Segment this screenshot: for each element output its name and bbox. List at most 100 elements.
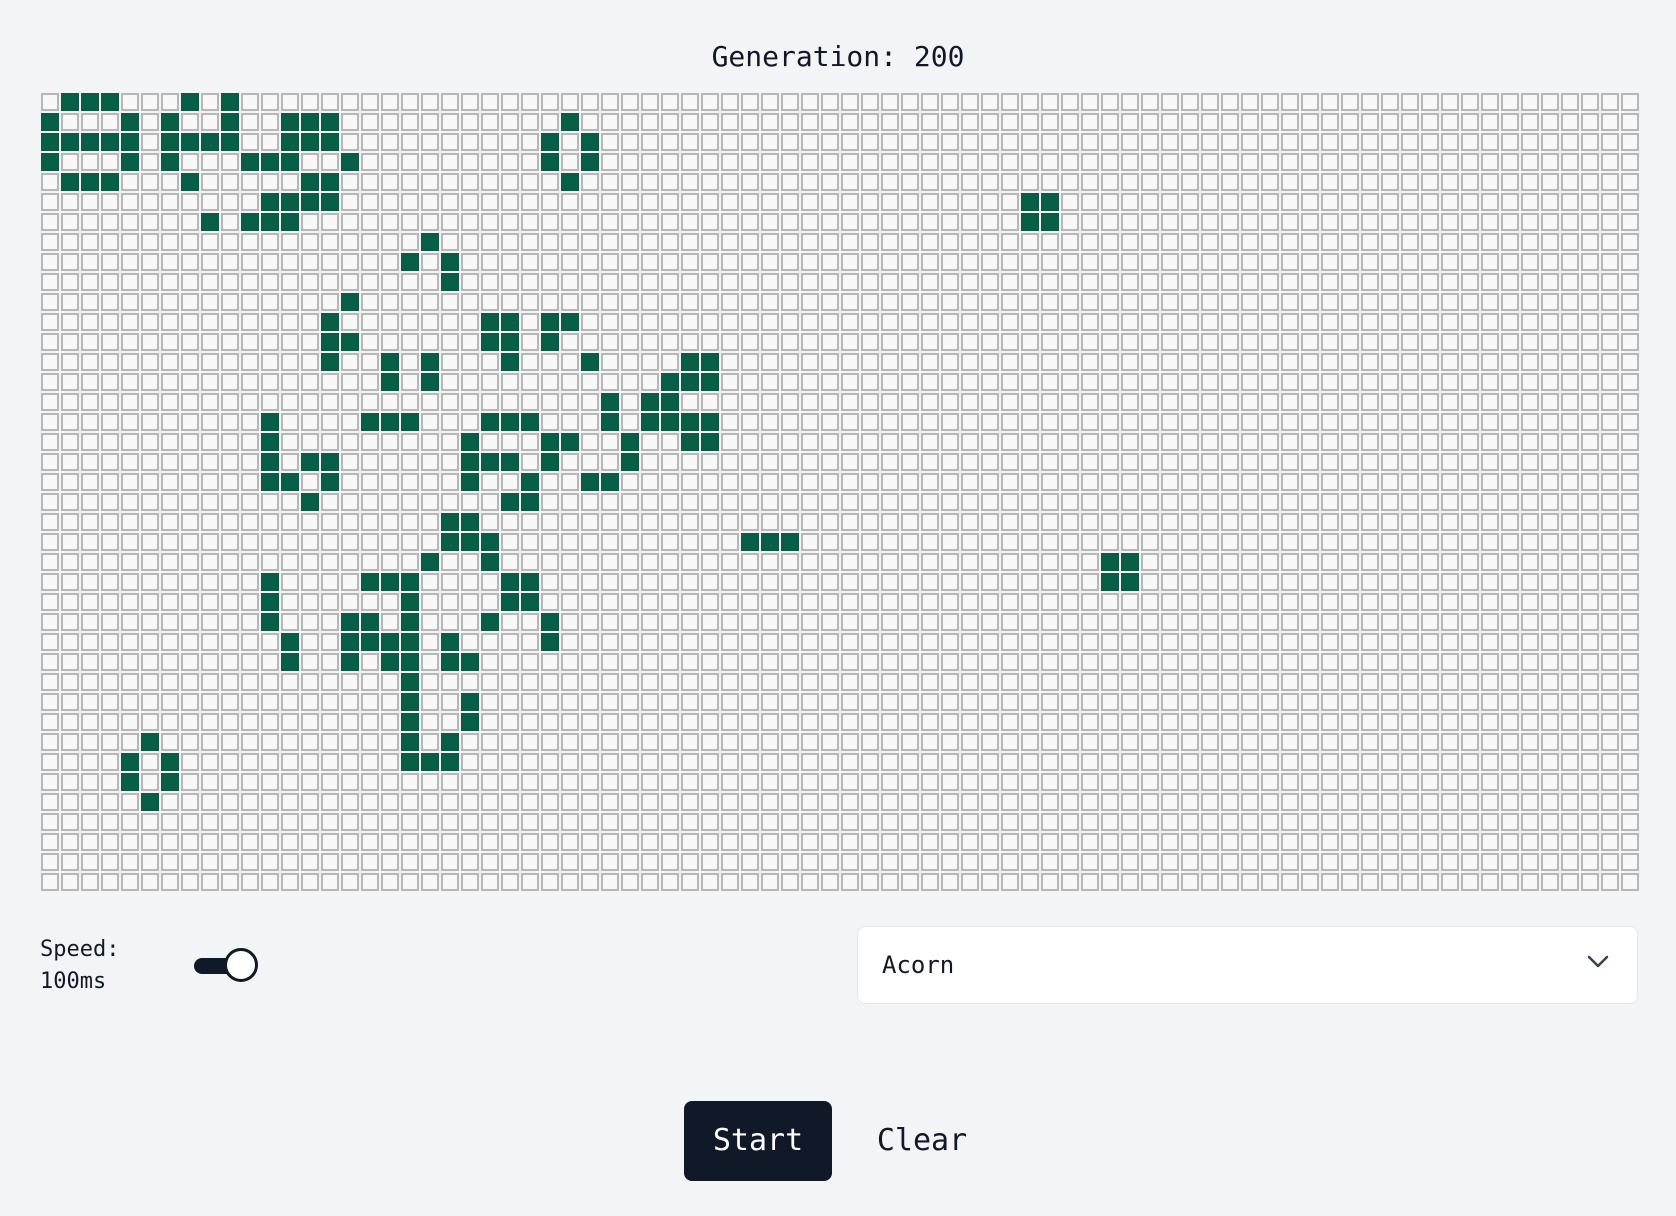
grid-cell[interactable] [1241, 233, 1259, 251]
grid-cell-alive[interactable] [201, 213, 219, 231]
grid-cell[interactable] [1281, 673, 1299, 691]
grid-cell[interactable] [541, 713, 559, 731]
grid-cell[interactable] [61, 733, 79, 751]
grid-cell[interactable] [781, 453, 799, 471]
grid-cell[interactable] [1221, 133, 1239, 151]
grid-cell[interactable] [1041, 373, 1059, 391]
grid-cell[interactable] [901, 513, 919, 531]
grid-cell[interactable] [1481, 493, 1499, 511]
grid-cell[interactable] [201, 93, 219, 111]
grid-cell[interactable] [1061, 293, 1079, 311]
grid-cell[interactable] [841, 173, 859, 191]
grid-cell-alive[interactable] [401, 593, 419, 611]
grid-cell[interactable] [1141, 173, 1159, 191]
grid-cell[interactable] [1141, 133, 1159, 151]
grid-cell[interactable] [981, 453, 999, 471]
grid-cell[interactable] [941, 833, 959, 851]
grid-cell[interactable] [721, 93, 739, 111]
grid-cell[interactable] [101, 633, 119, 651]
grid-cell[interactable] [41, 413, 59, 431]
grid-cell[interactable] [1221, 533, 1239, 551]
grid-cell[interactable] [541, 733, 559, 751]
grid-cell[interactable] [461, 173, 479, 191]
grid-cell[interactable] [901, 533, 919, 551]
grid-cell[interactable] [81, 393, 99, 411]
grid-cell[interactable] [1461, 273, 1479, 291]
grid-cell[interactable] [1041, 853, 1059, 871]
grid-cell[interactable] [881, 733, 899, 751]
grid-cell[interactable] [1621, 273, 1639, 291]
grid-cell[interactable] [1301, 353, 1319, 371]
grid-cell[interactable] [801, 353, 819, 371]
grid-cell[interactable] [521, 833, 539, 851]
grid-cell[interactable] [61, 433, 79, 451]
grid-cell[interactable] [861, 553, 879, 571]
grid-cell-alive[interactable] [301, 113, 319, 131]
grid-cell[interactable] [1241, 113, 1259, 131]
grid-cell[interactable] [1321, 553, 1339, 571]
grid-cell[interactable] [321, 713, 339, 731]
grid-cell[interactable] [1101, 213, 1119, 231]
grid-cell[interactable] [341, 253, 359, 271]
grid-cell[interactable] [761, 233, 779, 251]
grid-cell-alive[interactable] [401, 633, 419, 651]
grid-cell[interactable] [1481, 373, 1499, 391]
grid-cell[interactable] [1161, 593, 1179, 611]
grid-cell[interactable] [101, 613, 119, 631]
grid-cell-alive[interactable] [501, 493, 519, 511]
grid-cell[interactable] [1121, 273, 1139, 291]
grid-cell[interactable] [1481, 153, 1499, 171]
grid-cell[interactable] [1241, 693, 1259, 711]
grid-cell[interactable] [1281, 753, 1299, 771]
grid-cell[interactable] [1281, 193, 1299, 211]
grid-cell[interactable] [1581, 733, 1599, 751]
grid-cell[interactable] [1361, 433, 1379, 451]
grid-cell[interactable] [381, 553, 399, 571]
grid-cell[interactable] [1121, 313, 1139, 331]
grid-cell[interactable] [921, 733, 939, 751]
grid-cell[interactable] [1321, 233, 1339, 251]
grid-cell[interactable] [981, 313, 999, 331]
grid-cell[interactable] [1541, 213, 1559, 231]
grid-cell[interactable] [1321, 213, 1339, 231]
grid-cell[interactable] [301, 693, 319, 711]
grid-cell[interactable] [721, 413, 739, 431]
grid-cell[interactable] [521, 813, 539, 831]
grid-cell[interactable] [781, 113, 799, 131]
grid-cell[interactable] [1601, 433, 1619, 451]
grid-cell[interactable] [61, 313, 79, 331]
grid-cell[interactable] [1481, 853, 1499, 871]
grid-cell[interactable] [1381, 873, 1399, 891]
grid-cell[interactable] [1041, 233, 1059, 251]
grid-cell[interactable] [1621, 793, 1639, 811]
grid-cell[interactable] [1421, 553, 1439, 571]
grid-cell[interactable] [1281, 353, 1299, 371]
grid-cell[interactable] [1521, 253, 1539, 271]
grid-cell[interactable] [501, 693, 519, 711]
grid-cell[interactable] [741, 433, 759, 451]
grid-cell-alive[interactable] [761, 533, 779, 551]
grid-cell[interactable] [1001, 113, 1019, 131]
grid-cell[interactable] [101, 573, 119, 591]
grid-cell[interactable] [1021, 493, 1039, 511]
grid-cell[interactable] [961, 793, 979, 811]
grid-cell[interactable] [1281, 213, 1299, 231]
grid-cell[interactable] [361, 533, 379, 551]
grid-cell[interactable] [121, 233, 139, 251]
grid-cell[interactable] [1281, 133, 1299, 151]
grid-cell[interactable] [821, 813, 839, 831]
grid-cell[interactable] [1361, 653, 1379, 671]
grid-cell[interactable] [961, 573, 979, 591]
grid-cell[interactable] [1601, 693, 1619, 711]
grid-cell[interactable] [1601, 213, 1619, 231]
grid-cell[interactable] [261, 353, 279, 371]
grid-cell[interactable] [1561, 253, 1579, 271]
grid-cell[interactable] [1601, 573, 1619, 591]
grid-cell[interactable] [1521, 633, 1539, 651]
grid-cell[interactable] [1501, 553, 1519, 571]
grid-cell[interactable] [381, 173, 399, 191]
grid-cell[interactable] [221, 313, 239, 331]
grid-cell[interactable] [301, 333, 319, 351]
grid-cell[interactable] [881, 693, 899, 711]
grid-cell[interactable] [861, 773, 879, 791]
